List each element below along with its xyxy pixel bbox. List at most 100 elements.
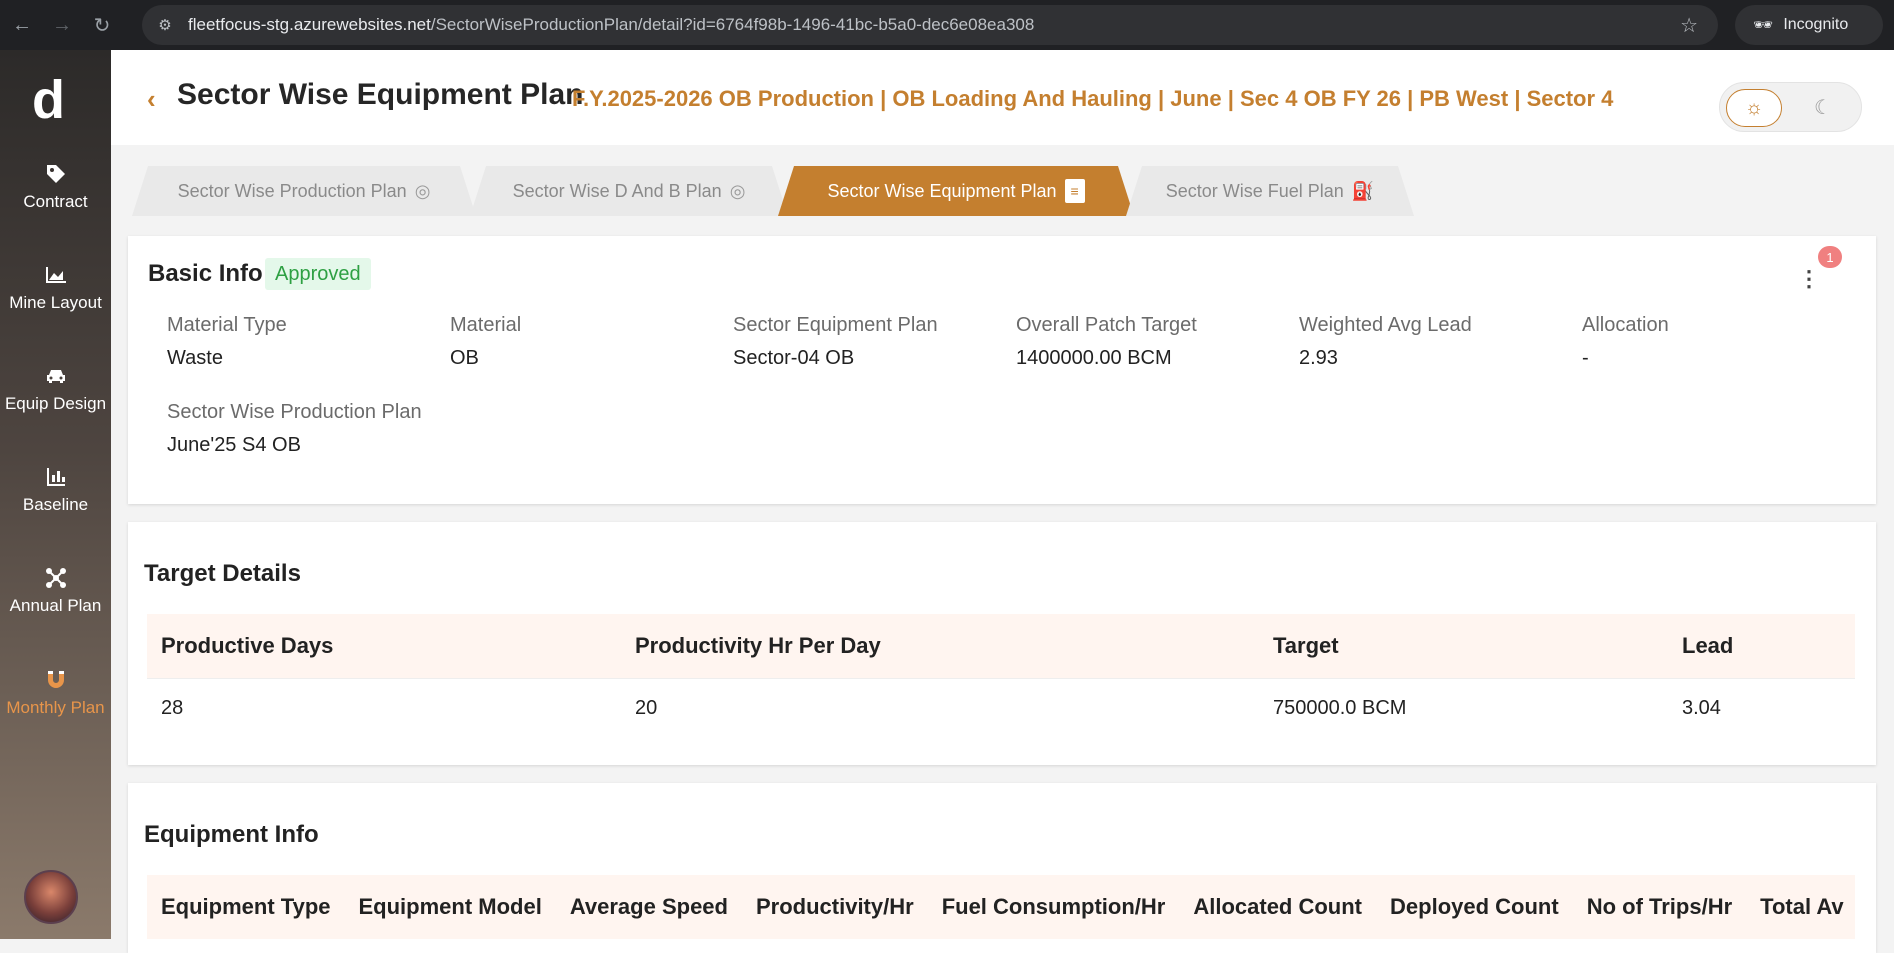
field-label: Sector Equipment Plan: [733, 314, 938, 336]
table-header-cell: No of Trips/Hr: [1572, 875, 1747, 939]
address-bar[interactable]: ⚙ fleetfocus-stg.azurewebsites.net/Secto…: [142, 5, 1718, 45]
field-material: Material OB: [450, 314, 521, 370]
table-header-cell: Average Speed: [555, 875, 742, 939]
field-value: 1400000.00 BCM: [1016, 347, 1172, 369]
table-header-cell: Equipment Model: [344, 875, 556, 939]
field-sector-wise-production-plan: Sector Wise Production Plan June'25 S4 O…: [167, 401, 422, 457]
field-value: Sector-04 OB: [733, 347, 855, 369]
url-text[interactable]: fleetfocus-stg.azurewebsites.net/SectorW…: [188, 15, 1034, 35]
field-label: Sector Wise Production Plan: [167, 401, 422, 423]
tab-sector-wise-equipment-plan[interactable]: Sector Wise Equipment Plan ≡: [778, 166, 1134, 216]
tab-label: Sector Wise Production Plan: [177, 180, 407, 201]
area-chart-icon: [45, 267, 66, 283]
sidebar-item-label: Contract: [23, 192, 88, 211]
bar-chart-icon: [46, 468, 65, 486]
target-details-title: Target Details: [144, 560, 301, 587]
status-badge: Approved: [265, 258, 371, 290]
tab-sector-wise-production-plan[interactable]: Sector Wise Production Plan ◎: [132, 166, 476, 216]
table-header-cell: Allocated Count: [1179, 875, 1377, 939]
magnet-icon: [47, 671, 64, 688]
page-subtitle: F.Y.2025-2026 OB Production | OB Loading…: [572, 86, 1614, 111]
table-header-cell: Lead: [1668, 614, 1855, 678]
sidebar-item-label: Monthly Plan: [6, 698, 105, 717]
sidebar-item-annual-plan[interactable]: Annual Plan: [0, 566, 111, 616]
table-header-cell: Productive Days: [147, 614, 621, 678]
forward-arrow-icon[interactable]: →: [50, 13, 74, 37]
incognito-indicator[interactable]: 🕶 Incognito: [1735, 5, 1883, 45]
target-details-card: Target Details Productive Days Productiv…: [128, 522, 1876, 765]
sidebar-item-label: Baseline: [22, 495, 89, 514]
target-icon: ◎: [414, 180, 431, 201]
tab-label: Sector Wise Equipment Plan: [827, 180, 1057, 201]
basic-info-title: Basic Info: [148, 260, 263, 287]
tab-sector-wise-d-and-b-plan[interactable]: Sector Wise D And B Plan ◎: [470, 166, 788, 216]
field-value: OB: [450, 347, 479, 369]
sidebar-item-label: Annual Plan: [9, 596, 102, 615]
incognito-icon: 🕶: [1753, 17, 1774, 34]
table-row: 28 20 750000.0 BCM 3.04: [147, 677, 1855, 738]
target-details-table: Productive Days Productivity Hr Per Day …: [147, 614, 1855, 738]
table-header-row: Equipment Type Equipment Model Average S…: [147, 875, 1855, 939]
tab-sector-wise-fuel-plan[interactable]: Sector Wise Fuel Plan ⛽: [1126, 166, 1414, 216]
site-info-icon[interactable]: ⚙: [154, 14, 176, 36]
field-label: Material Type: [167, 314, 287, 336]
table-header-cell: Target: [1259, 614, 1668, 678]
sidebar: d Contract Mine Layout Equip Design Base…: [0, 50, 111, 939]
fuel-nozzle-icon: ⛽: [1351, 180, 1375, 201]
tab-label: Sector Wise D And B Plan: [512, 180, 722, 201]
field-value: Waste: [167, 347, 223, 369]
field-value: June'25 S4 OB: [167, 434, 301, 456]
table-cell: 750000.0 BCM: [1259, 677, 1668, 738]
table-header-cell: Deployed Count: [1376, 875, 1573, 939]
table-header-cell: Total Av: [1746, 875, 1855, 939]
theme-toggle[interactable]: ☼ ☾: [1719, 82, 1862, 132]
reload-icon[interactable]: ↻: [90, 13, 114, 37]
tag-icon: [46, 165, 65, 183]
field-sector-equipment-plan: Sector Equipment Plan Sector-04 OB: [733, 314, 938, 370]
equipment-table-viewport[interactable]: Equipment Type Equipment Model Average S…: [147, 875, 1855, 953]
sidebar-item-label: Mine Layout: [9, 293, 102, 312]
notification-badge[interactable]: 1: [1818, 246, 1842, 268]
equipment-info-table: Equipment Type Equipment Model Average S…: [147, 875, 1855, 939]
table-header-cell: Equipment Type: [147, 875, 345, 939]
logo-letter: d: [32, 76, 65, 126]
table-header-cell: Fuel Consumption/Hr: [927, 875, 1180, 939]
field-label: Weighted Avg Lead: [1299, 314, 1472, 336]
incognito-label: Incognito: [1783, 16, 1849, 33]
sidebar-item-baseline[interactable]: Baseline: [0, 465, 111, 515]
browser-toolbar: ← → ↻ ⚙ fleetfocus-stg.azurewebsites.net…: [0, 0, 1894, 50]
page-title: Sector Wise Equipment Plan: [177, 78, 584, 111]
back-chevron-icon[interactable]: ‹: [147, 84, 167, 114]
app-logo[interactable]: d: [30, 76, 76, 126]
sun-icon[interactable]: ☼: [1726, 89, 1782, 127]
field-overall-patch-target: Overall Patch Target 1400000.00 BCM: [1016, 314, 1197, 370]
back-arrow-icon[interactable]: ←: [10, 13, 34, 37]
tab-label: Sector Wise Fuel Plan: [1165, 180, 1344, 201]
field-label: Material: [450, 314, 522, 336]
bookmark-star-icon[interactable]: ☆: [1680, 13, 1698, 38]
car-icon: [46, 370, 65, 383]
table-cell: 20: [621, 677, 1259, 738]
table-header-cell: Productivity/Hr: [741, 875, 928, 939]
field-allocation: Allocation -: [1582, 314, 1669, 370]
field-value: 2.93: [1299, 347, 1338, 369]
field-material-type: Material Type Waste: [167, 314, 287, 370]
table-header-row: Productive Days Productivity Hr Per Day …: [147, 614, 1855, 678]
page-header: ‹ Sector Wise Equipment Plan F.Y.2025-20…: [111, 50, 1894, 145]
sidebar-item-monthly-plan[interactable]: Monthly Plan: [0, 668, 111, 718]
field-label: Allocation: [1582, 314, 1669, 336]
document-icon: ≡: [1065, 179, 1085, 203]
avatar[interactable]: [24, 870, 78, 924]
moon-icon[interactable]: ☾: [1814, 95, 1832, 120]
table-header-cell: Productivity Hr Per Day: [621, 614, 1259, 678]
field-label: Overall Patch Target: [1016, 314, 1197, 336]
sidebar-item-contract[interactable]: Contract: [0, 162, 111, 212]
equipment-info-title: Equipment Info: [144, 821, 319, 848]
table-cell: 28: [147, 677, 621, 738]
table-cell: 3.04: [1668, 677, 1855, 738]
more-options-icon[interactable]: ⋮: [1798, 266, 1820, 292]
basic-info-card: Basic Info Approved ⋮ 1 Material Type Wa…: [128, 236, 1876, 504]
sidebar-item-equip-design[interactable]: Equip Design: [0, 364, 111, 414]
sidebar-item-mine-layout[interactable]: Mine Layout: [0, 263, 111, 313]
target-icon: ◎: [729, 180, 746, 201]
